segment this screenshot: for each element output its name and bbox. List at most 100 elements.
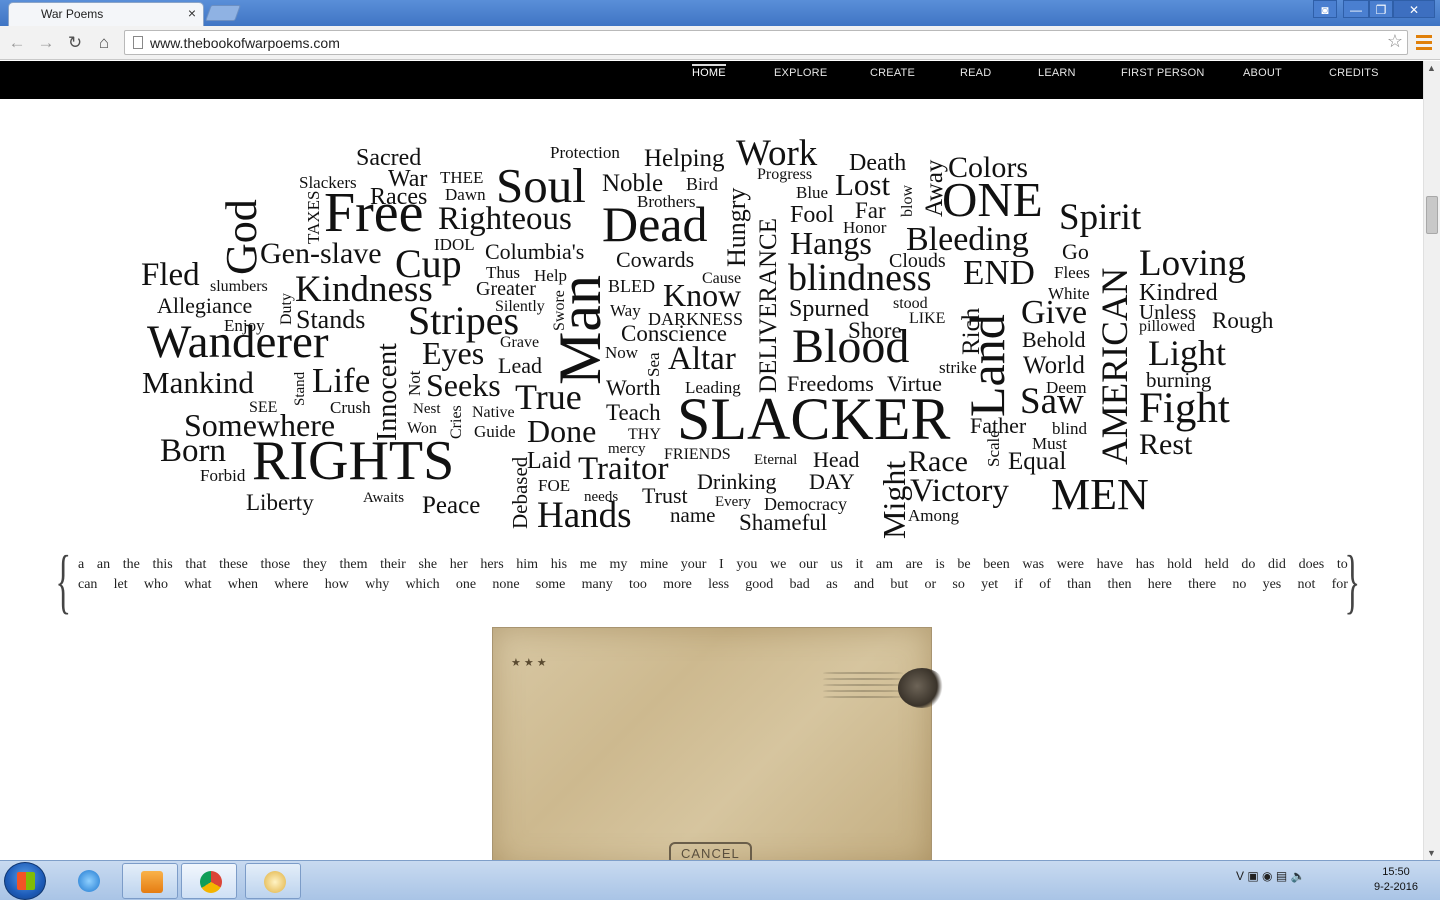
cloud-word[interactable]: Guide [474, 423, 516, 440]
nav-read[interactable]: READ [960, 67, 991, 79]
cloud-word[interactable]: Nest [413, 402, 441, 417]
home-icon[interactable]: ⌂ [93, 32, 115, 54]
cloud-word[interactable]: Among [908, 507, 959, 524]
cloud-word[interactable]: Wanderer [147, 319, 328, 366]
bookmark-star-icon[interactable]: ☆ [1387, 31, 1403, 52]
cloud-word[interactable]: Blue [796, 184, 828, 201]
cloud-word[interactable]: Behold [1022, 329, 1086, 351]
function-word[interactable]: how [325, 577, 349, 593]
function-word[interactable]: these [219, 557, 248, 573]
function-word[interactable]: yes [1263, 577, 1282, 593]
function-word[interactable]: I [719, 557, 724, 573]
function-word[interactable]: than [1067, 577, 1091, 593]
nav-learn[interactable]: LEARN [1038, 67, 1076, 79]
cloud-word[interactable]: END [963, 255, 1035, 290]
function-word[interactable]: this [153, 557, 173, 573]
cloud-word[interactable]: Traitor [578, 453, 668, 486]
cloud-word[interactable]: Fight [1139, 387, 1230, 430]
function-word[interactable]: there [1188, 577, 1216, 593]
cloud-word[interactable]: Forbid [200, 467, 245, 484]
function-word[interactable]: can [78, 577, 97, 593]
cloud-word[interactable]: Now [605, 344, 638, 361]
function-word[interactable]: your [681, 557, 707, 573]
scroll-down-icon[interactable]: ▼ [1427, 848, 1436, 858]
function-word[interactable]: hers [480, 557, 503, 573]
function-word[interactable]: less [708, 577, 729, 593]
cloud-word[interactable]: Righteous [438, 203, 572, 236]
function-word[interactable]: my [610, 557, 628, 573]
nav-home[interactable]: HOME [692, 64, 726, 79]
nav-create[interactable]: CREATE [870, 67, 915, 79]
clock[interactable]: 15:50 9-2-2016 [1366, 865, 1426, 895]
function-word[interactable]: many [582, 577, 613, 593]
function-word[interactable]: we [770, 557, 786, 573]
function-word[interactable]: you [736, 557, 757, 573]
function-word[interactable]: them [339, 557, 367, 573]
function-word[interactable]: did [1268, 557, 1286, 573]
function-word[interactable]: be [957, 557, 970, 573]
function-word[interactable]: an [97, 557, 110, 573]
function-word[interactable]: but [890, 577, 908, 593]
cloud-word[interactable]: Bird [686, 175, 718, 193]
cloud-word[interactable]: ONE [942, 175, 1043, 224]
cloud-word[interactable]: SLACKER [677, 389, 950, 449]
cloud-word[interactable]: Seeks [426, 369, 501, 401]
function-word[interactable]: who [144, 577, 168, 593]
nav-explore[interactable]: EXPLORE [774, 67, 827, 79]
cloud-word[interactable]: Rough [1212, 309, 1273, 332]
function-word[interactable]: if [1014, 577, 1023, 593]
cloud-word[interactable]: Sea [644, 352, 663, 377]
function-word[interactable]: him [516, 557, 538, 573]
cloud-word[interactable]: FOE [538, 477, 570, 494]
address-bar[interactable]: www.thebookofwarpoems.com ☆ [124, 30, 1408, 55]
cloud-word[interactable]: Grave [500, 335, 539, 351]
cloud-word[interactable]: Helping [644, 146, 725, 171]
cloud-word[interactable]: FRIENDS [664, 447, 731, 463]
function-word[interactable]: and [854, 577, 874, 593]
function-word[interactable]: good [745, 577, 773, 593]
function-word[interactable]: is [935, 557, 944, 573]
start-button[interactable] [4, 862, 46, 900]
function-word[interactable]: which [405, 577, 439, 593]
minimize-button[interactable]: — [1343, 0, 1369, 18]
function-word[interactable]: here [1148, 577, 1172, 593]
cloud-word[interactable]: Land [959, 314, 1015, 417]
cloud-word[interactable]: Give [1021, 296, 1087, 330]
media-player-taskbar-icon[interactable] [122, 863, 178, 899]
function-word[interactable]: a [78, 557, 84, 573]
back-arrow-icon[interactable]: ← [6, 32, 28, 54]
cloud-word[interactable]: Rest [1139, 430, 1192, 460]
cloud-word[interactable]: Altar [668, 343, 736, 376]
function-word[interactable]: those [260, 557, 290, 573]
cloud-word[interactable]: Spirit [1059, 199, 1141, 236]
cloud-word[interactable]: RIGHTS [252, 433, 454, 489]
cloud-word[interactable]: Teach [606, 401, 661, 424]
cloud-word[interactable]: Stand [292, 372, 308, 406]
cloud-word[interactable]: Peace [422, 493, 480, 518]
vertical-scrollbar[interactable]: ▲ ▼ [1423, 61, 1440, 860]
cloud-word[interactable]: Go [1062, 241, 1089, 263]
system-tray-icons[interactable]: V ▣ ◉ ▤ 🔈 [1236, 869, 1305, 883]
function-word[interactable]: some [536, 577, 566, 593]
cloud-word[interactable]: Hands [537, 497, 632, 534]
function-word[interactable]: hold [1167, 557, 1192, 573]
function-word[interactable]: one [456, 577, 476, 593]
function-word[interactable]: they [303, 557, 327, 573]
function-word[interactable]: was [1022, 557, 1044, 573]
function-word[interactable]: she [418, 557, 437, 573]
function-word[interactable]: more [663, 577, 692, 593]
cloud-word[interactable]: Free [324, 185, 424, 241]
function-word[interactable]: too [629, 577, 647, 593]
cloud-word[interactable]: name [670, 505, 715, 526]
function-word[interactable]: our [799, 557, 818, 573]
function-word[interactable]: has [1136, 557, 1155, 573]
function-word[interactable]: her [450, 557, 468, 573]
cloud-word[interactable]: Blood [792, 323, 909, 371]
function-word[interactable]: the [123, 557, 140, 573]
chrome-taskbar-icon[interactable] [181, 863, 237, 899]
function-word[interactable]: let [114, 577, 128, 593]
cloud-word[interactable]: Awaits [363, 491, 404, 506]
scroll-up-icon[interactable]: ▲ [1427, 63, 1436, 73]
paint-taskbar-icon[interactable] [245, 863, 301, 899]
function-word[interactable]: mine [640, 557, 668, 573]
